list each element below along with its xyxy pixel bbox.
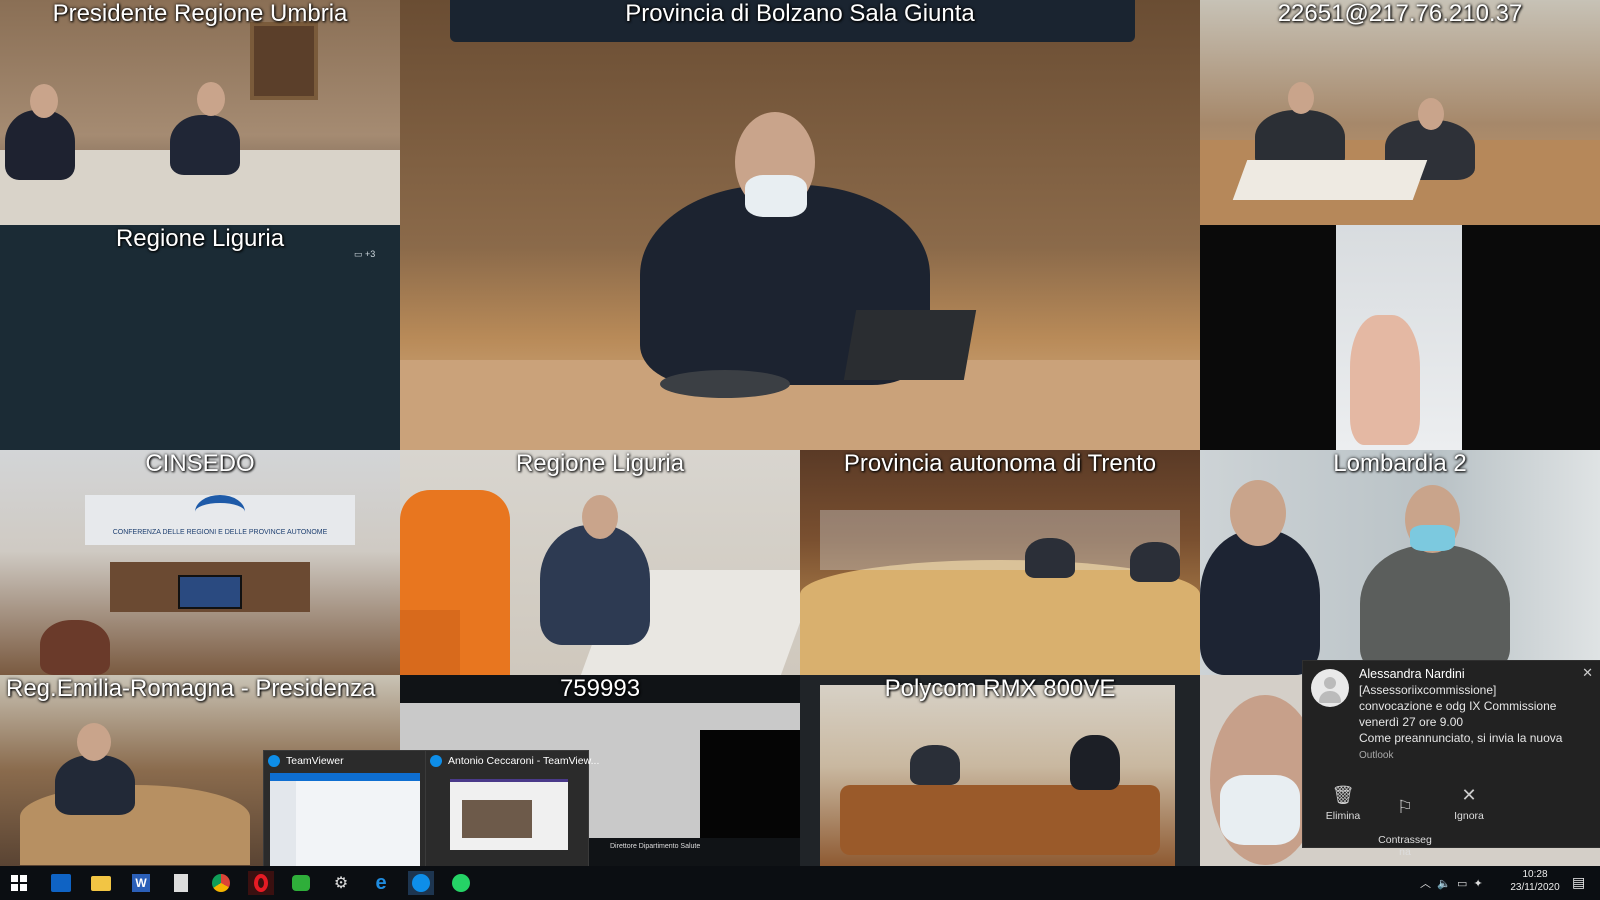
participant-count: +3	[365, 249, 376, 259]
participant	[170, 115, 240, 175]
toast-line: venerdì 27 ore 9.00	[1359, 715, 1464, 729]
tile-cinsedo[interactable]: CONFERENZA DELLE REGIONI E DELLE PROVINC…	[0, 450, 400, 675]
delete-button[interactable]: 🗑 Elimina	[1313, 785, 1373, 822]
chevron-up-icon[interactable]: ︿	[1420, 878, 1431, 890]
logo	[195, 495, 245, 529]
tile-caption: Provincia autonoma di Trento	[843, 450, 1157, 477]
participant	[1200, 530, 1320, 675]
participant	[1360, 545, 1510, 675]
flag-icon: ⚐	[1396, 797, 1414, 817]
notification-toast[interactable]: Alessandra Nardini [Assessoriixcommissio…	[1302, 660, 1600, 858]
toast-line: Come preannunciato, si invia la nuova	[1359, 731, 1563, 745]
green-app-icon[interactable]	[288, 871, 314, 895]
edge-icon[interactable]: e	[368, 871, 394, 895]
teamviewer-icon	[430, 755, 442, 768]
avatar	[1311, 669, 1349, 707]
clock-date: 23/11/2020	[1510, 882, 1560, 893]
plexiglass	[820, 510, 1180, 570]
caption-direttore: Direttore Dipartimento Salute	[610, 843, 701, 850]
speakerphone	[660, 370, 790, 398]
ignore-button[interactable]: ✕ Ignora	[1439, 785, 1499, 822]
volume-icon[interactable]: 🔈	[1437, 878, 1451, 890]
hand	[1350, 315, 1420, 445]
teamviewer-preview-2[interactable]: Antonio Ceccaroni - TeamView...	[425, 750, 599, 874]
tile-polycom[interactable]: Polycom RMX 800VE	[800, 675, 1200, 866]
tile-trento[interactable]: Provincia autonoma di Trento	[800, 450, 1200, 675]
close-icon[interactable]: ✕	[1582, 665, 1593, 681]
toast-app: Outlook	[1359, 750, 1394, 761]
tile-caption: CINSEDO	[145, 450, 255, 477]
outlook-icon[interactable]	[48, 871, 74, 895]
tile-liguria-top[interactable]: Regione Liguria ▭ +3	[0, 225, 400, 450]
camera-icon: ▭	[354, 249, 363, 259]
toast-line: convocazione e odg IX Commissione	[1359, 699, 1557, 713]
tile-caption: Presidente Regione Umbria	[52, 0, 348, 27]
preview-thumbnail	[450, 779, 568, 850]
system-tray[interactable]: ︿ 🔈 ▭ ✦	[1420, 875, 1483, 891]
papers	[1232, 160, 1428, 200]
toast-line: [Assessoriixcommissione]	[1359, 683, 1497, 697]
banner: CONFERENZA DELLE REGIONI E DELLE PROVINC…	[85, 495, 355, 545]
participant	[55, 755, 135, 815]
painting	[250, 22, 318, 100]
tile-mobile[interactable]	[1200, 225, 1600, 450]
chrome-icon[interactable]	[208, 871, 234, 895]
file-explorer-icon[interactable]	[88, 871, 114, 895]
tile-caption: Reg.Emilia-Romagna - Presidenza	[6, 675, 376, 702]
participant	[5, 110, 75, 180]
table	[840, 785, 1160, 855]
opera-icon[interactable]	[248, 871, 274, 895]
trash-icon: 🗑	[1331, 785, 1355, 805]
preview-thumbnail	[270, 773, 420, 867]
tile-bolzano[interactable]: Provincia di Bolzano Sala Giunta	[400, 0, 1200, 450]
preview-title: TeamViewer	[286, 755, 344, 767]
clock-time: 10:28	[1522, 869, 1548, 880]
tile-caption: 22651@217.76.210.37	[1277, 0, 1523, 27]
toast-sender: Alessandra Nardini	[1359, 667, 1465, 681]
dismiss-icon: ✕	[1461, 785, 1477, 805]
teamviewer-icon[interactable]	[408, 871, 434, 895]
tablet	[843, 310, 977, 380]
teamviewer-icon	[268, 755, 280, 768]
taskbar: W ⚙ e ︿ 🔈 ▭ ✦ 10:28 23/11/2020 ▤	[0, 866, 1600, 900]
tile-caption: Regione Liguria	[115, 225, 285, 252]
participant	[540, 525, 650, 645]
flag-button[interactable]: ⚐ Contrasseg na	[1375, 785, 1435, 858]
settings-icon[interactable]: ⚙	[328, 871, 354, 895]
tile-caption: Regione Liguria	[515, 450, 685, 477]
tile-caption: Polycom RMX 800VE	[884, 675, 1116, 702]
banner-text: CONFERENZA DELLE REGIONI E DELLE PROVINC…	[112, 529, 328, 536]
network-icon[interactable]: ▭	[1457, 878, 1467, 890]
word-icon[interactable]: W	[128, 871, 154, 895]
windows-start-icon[interactable]	[6, 871, 32, 895]
tile-umbria[interactable]: Presidente Regione Umbria	[0, 0, 400, 225]
whatsapp-icon[interactable]	[448, 871, 474, 895]
monitor	[178, 575, 242, 609]
action-center-icon[interactable]: ▤	[1572, 874, 1585, 891]
tile-caption: 759993	[559, 675, 641, 702]
teamviewer-preview-1[interactable]: TeamViewer	[263, 750, 427, 874]
clock[interactable]: 10:28 23/11/2020	[1505, 868, 1565, 894]
calculator-icon[interactable]	[168, 871, 194, 895]
tile-ip[interactable]: 22651@217.76.210.37	[1200, 0, 1600, 225]
tile-liguria[interactable]: Regione Liguria	[400, 450, 800, 675]
tile-caption: Provincia di Bolzano Sala Giunta	[625, 0, 975, 27]
tile-lombardia[interactable]: Lombardia 2	[1200, 450, 1600, 675]
tile-caption: Lombardia 2	[1333, 450, 1467, 477]
dropbox-icon[interactable]: ✦	[1473, 878, 1482, 890]
preview-title: Antonio Ceccaroni - TeamView...	[448, 755, 600, 767]
